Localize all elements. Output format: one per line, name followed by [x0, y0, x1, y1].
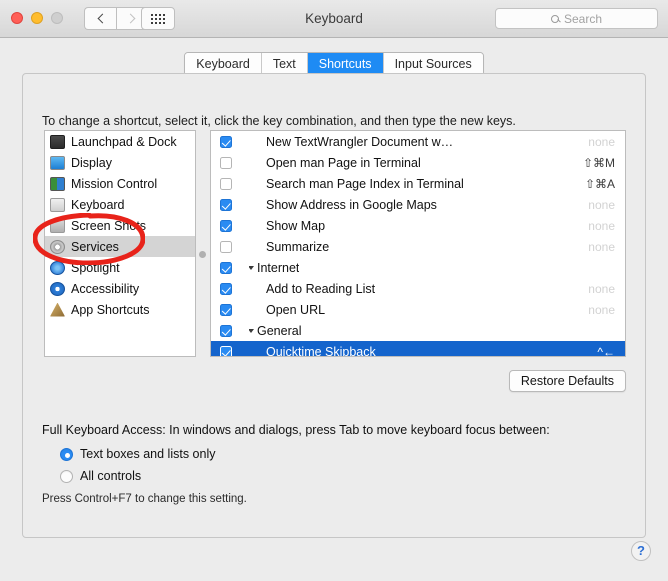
spotlight-icon	[50, 260, 65, 275]
row-checkbox[interactable]	[220, 345, 232, 356]
help-button[interactable]: ?	[631, 541, 651, 561]
row-checkbox[interactable]	[220, 156, 232, 169]
shortcut-list[interactable]: New TextWrangler Document w… none Open m…	[210, 130, 626, 357]
table-row[interactable]: Open URL none	[211, 299, 625, 320]
pane-splitter-handle[interactable]	[199, 251, 206, 258]
search-placeholder: Search	[563, 11, 603, 26]
shortcut-name: Search man Page Index in Terminal	[266, 176, 464, 191]
table-row[interactable]: Show Map none	[211, 215, 625, 236]
sidebar-item-app-shortcuts[interactable]: App Shortcuts	[45, 299, 195, 320]
sidebar-item-label: Launchpad & Dock	[71, 134, 177, 149]
shortcut-key[interactable]: none	[588, 240, 615, 254]
sidebar-item-launchpad-dock[interactable]: Launchpad & Dock	[45, 131, 195, 152]
row-checkbox[interactable]	[220, 135, 232, 148]
tab-shortcuts[interactable]: Shortcuts	[307, 53, 384, 75]
group-row-general[interactable]: General	[211, 320, 625, 341]
row-checkbox[interactable]	[220, 303, 232, 316]
row-checkbox[interactable]	[220, 240, 232, 253]
row-checkbox[interactable]	[220, 282, 232, 295]
screenshots-icon	[50, 218, 65, 233]
display-icon	[50, 155, 65, 170]
sidebar-item-mission-control[interactable]: Mission Control	[45, 173, 195, 194]
shortcut-name: Summarize	[266, 239, 330, 254]
table-row[interactable]: Summarize none	[211, 236, 625, 257]
group-checkbox[interactable]	[220, 261, 232, 274]
row-checkbox[interactable]	[220, 177, 232, 190]
window-titlebar: Keyboard Search	[0, 0, 668, 38]
keyboard-icon	[50, 197, 65, 212]
table-row[interactable]: Search man Page Index in Terminal ⇧⌘A	[211, 173, 625, 194]
launchpad-dock-icon	[50, 134, 65, 149]
restore-defaults-button[interactable]: Restore Defaults	[508, 370, 626, 392]
shortcut-key[interactable]: none	[588, 303, 615, 317]
category-list[interactable]: Launchpad & Dock Display Mission Control…	[44, 130, 196, 357]
shortcuts-panel: To change a shortcut, select it, click t…	[22, 73, 646, 538]
shortcut-key[interactable]: none	[588, 219, 615, 233]
radio-label: Text boxes and lists only	[80, 447, 216, 461]
group-row-internet[interactable]: Internet	[211, 257, 625, 278]
radio-button[interactable]	[60, 469, 73, 483]
sidebar-item-screen-shots[interactable]: Screen Shots	[45, 215, 195, 236]
tab-text[interactable]: Text	[261, 53, 308, 75]
shortcut-key[interactable]: none	[588, 282, 615, 296]
disclosure-triangle-icon[interactable]	[249, 265, 254, 270]
services-gear-icon	[50, 239, 65, 254]
sidebar-item-services[interactable]: Services	[45, 236, 195, 257]
app-shortcuts-icon	[50, 302, 65, 317]
search-icon	[550, 14, 559, 23]
sidebar-item-keyboard[interactable]: Keyboard	[45, 194, 195, 215]
mission-control-icon	[50, 176, 65, 191]
sidebar-item-label: Keyboard	[71, 197, 125, 212]
accessibility-icon	[50, 281, 65, 296]
shortcut-name: Open man Page in Terminal	[266, 155, 421, 170]
radio-label: All controls	[80, 469, 142, 483]
shortcut-key[interactable]: ⇧⌘A	[585, 177, 615, 191]
sidebar-item-label: Mission Control	[71, 176, 158, 191]
shortcut-key[interactable]: ⇧⌘M	[583, 156, 615, 170]
shortcut-key[interactable]: none	[588, 198, 615, 212]
row-checkbox[interactable]	[220, 198, 232, 211]
sidebar-item-display[interactable]: Display	[45, 152, 195, 173]
table-row[interactable]: New TextWrangler Document w… none	[211, 131, 625, 152]
radio-text-boxes-and-lists-only[interactable]: Text boxes and lists only	[60, 447, 216, 461]
shortcut-name: Open URL	[266, 302, 326, 317]
table-row[interactable]: Add to Reading List none	[211, 278, 625, 299]
sidebar-item-label: Display	[71, 155, 112, 170]
tab-input-sources[interactable]: Input Sources	[383, 53, 483, 75]
setting-hint-text: Press Control+F7 to change this setting.	[42, 493, 247, 505]
full-keyboard-access-label: Full Keyboard Access: In windows and dia…	[42, 423, 550, 437]
keyboard-preferences-window: Keyboard Search Keyboard Text Shortcuts …	[0, 0, 668, 581]
shortcut-name: Quicktime Skipback	[266, 344, 376, 357]
table-row[interactable]: Show Address in Google Maps none	[211, 194, 625, 215]
shortcut-name: Show Address in Google Maps	[266, 197, 437, 212]
tab-keyboard[interactable]: Keyboard	[185, 53, 262, 75]
sidebar-item-label: Screen Shots	[71, 218, 147, 233]
shortcut-key[interactable]: ^←	[597, 345, 615, 357]
sidebar-item-accessibility[interactable]: Accessibility	[45, 278, 195, 299]
table-row[interactable]: Open man Page in Terminal ⇧⌘M	[211, 152, 625, 173]
shortcut-name: Show Map	[266, 218, 326, 233]
shortcut-name: New TextWrangler Document w…	[266, 134, 454, 149]
group-name: Internet	[257, 260, 300, 275]
sidebar-item-label: App Shortcuts	[71, 302, 150, 317]
table-row-selected[interactable]: Quicktime Skipback ^←	[211, 341, 625, 357]
radio-button[interactable]	[60, 447, 73, 461]
sidebar-item-spotlight[interactable]: Spotlight	[45, 257, 195, 278]
group-checkbox[interactable]	[220, 324, 232, 337]
radio-all-controls[interactable]: All controls	[60, 469, 141, 483]
disclosure-triangle-icon[interactable]	[249, 328, 254, 333]
search-field[interactable]: Search	[495, 8, 658, 29]
sidebar-item-label: Services	[71, 239, 119, 254]
row-checkbox[interactable]	[220, 219, 232, 232]
group-name: General	[257, 323, 302, 338]
instruction-text: To change a shortcut, select it, click t…	[42, 114, 516, 128]
sidebar-item-label: Spotlight	[71, 260, 120, 275]
shortcut-key[interactable]: none	[588, 135, 615, 149]
sidebar-item-label: Accessibility	[71, 281, 140, 296]
shortcut-name: Add to Reading List	[266, 281, 376, 296]
